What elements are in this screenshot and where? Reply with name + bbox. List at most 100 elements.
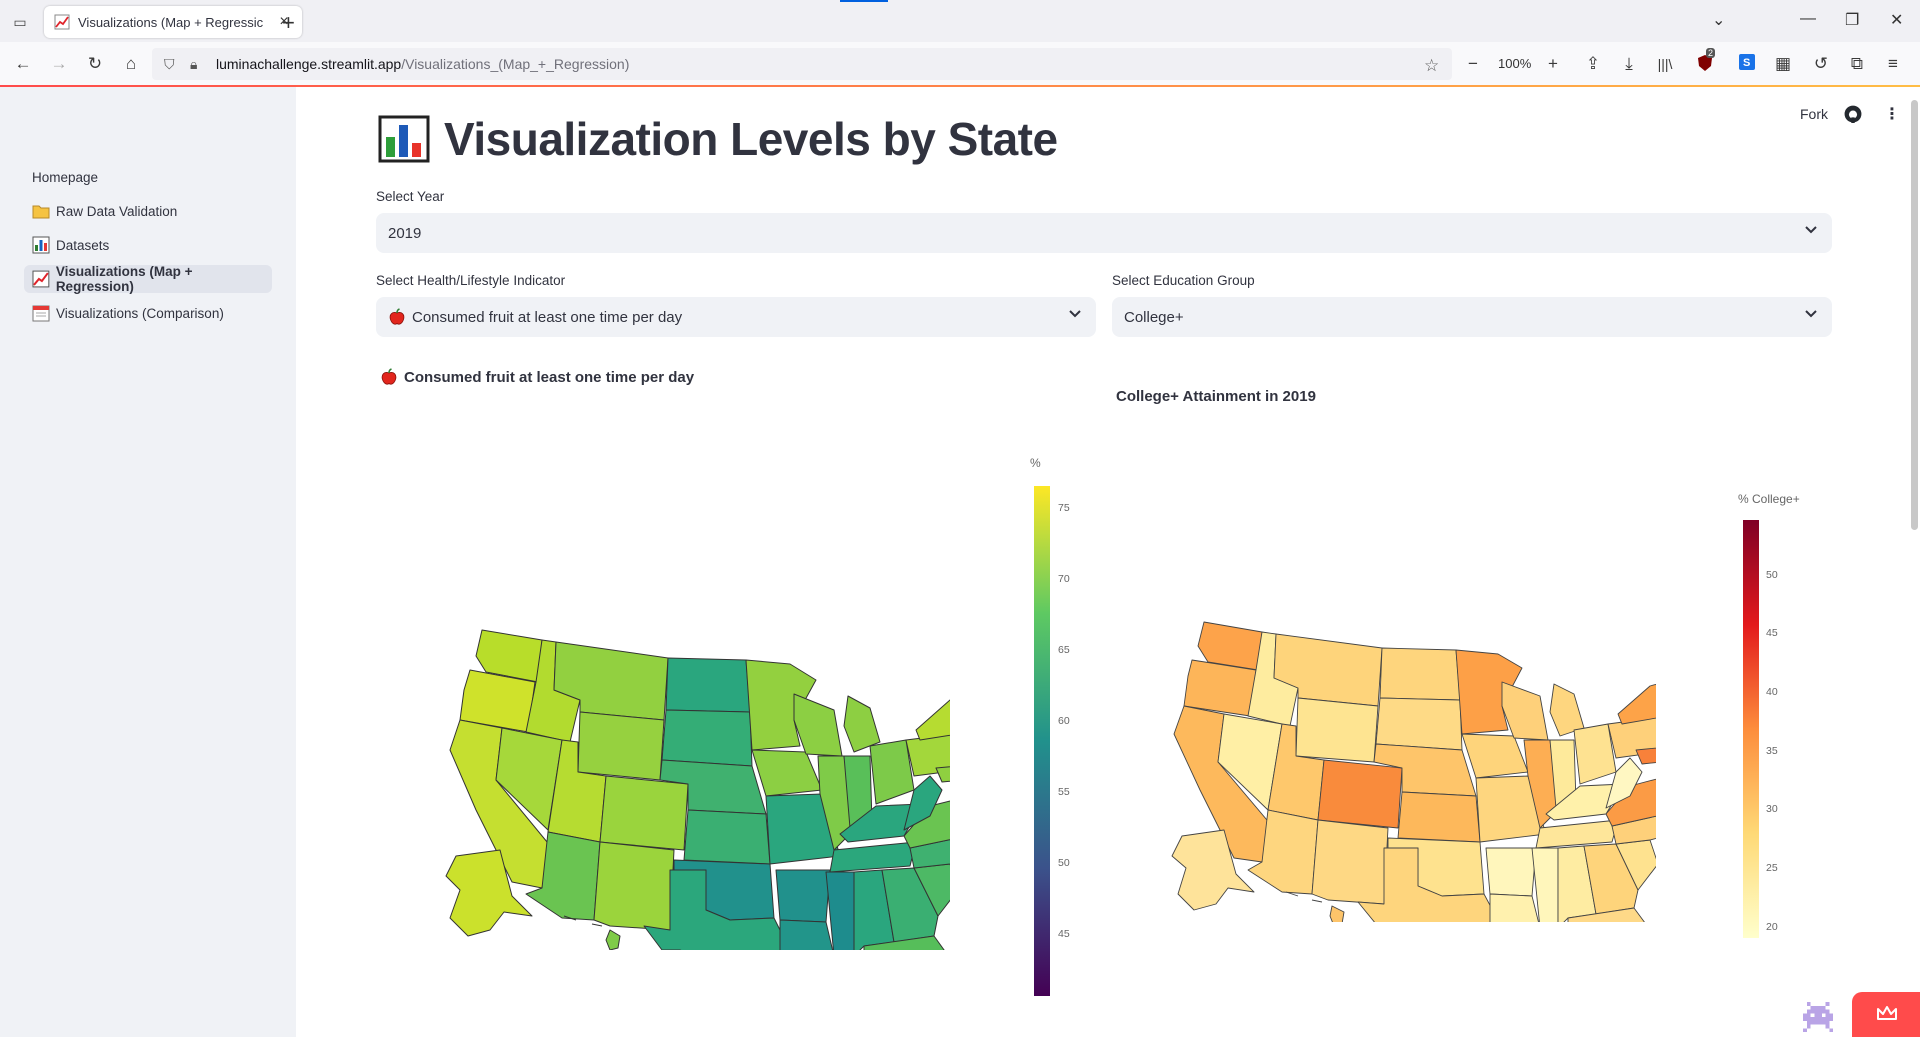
right-colorbar-tick: 20 bbox=[1766, 921, 1778, 933]
svg-text:S: S bbox=[1743, 57, 1750, 69]
state-tn bbox=[829, 841, 917, 873]
url-bar[interactable]: ⛉ 🔒︎ luminachallenge.streamlit.app/Visua… bbox=[152, 48, 1452, 80]
right-map-title: College+ Attainment in 2019 bbox=[1116, 388, 1316, 405]
state-sd bbox=[661, 709, 753, 767]
left-choropleth-map[interactable] bbox=[430, 620, 950, 950]
url-host: luminachallenge.streamlit.app bbox=[216, 56, 402, 72]
right-colorbar bbox=[1743, 520, 1759, 938]
state-ks bbox=[683, 809, 771, 865]
sidebar-item-raw-data-validation[interactable]: Raw Data Validation bbox=[24, 197, 272, 225]
bookmark-star-icon[interactable]: ☆ bbox=[1424, 56, 1439, 76]
bar-chart-icon bbox=[378, 115, 430, 163]
chart-increasing-icon bbox=[54, 14, 70, 30]
ublock-icon[interactable]: 2 bbox=[1694, 48, 1716, 77]
chevron-down-icon bbox=[1069, 310, 1081, 318]
left-map-title-text: Consumed fruit at least one time per day bbox=[404, 368, 695, 386]
state-nm bbox=[593, 841, 675, 931]
downloads-icon[interactable]: ⤓ bbox=[1618, 54, 1640, 74]
state-ar bbox=[1485, 847, 1537, 897]
tab-title: Visualizations (Map + Regressic bbox=[78, 14, 264, 30]
extensions-puzzle-icon[interactable]: ⧉ bbox=[1846, 54, 1868, 74]
new-tab-button[interactable]: + bbox=[282, 10, 295, 36]
right-colorbar-tick: 30 bbox=[1766, 803, 1778, 815]
forward-icon[interactable]: → bbox=[48, 54, 70, 74]
state-ar bbox=[775, 869, 831, 923]
left-colorbar-tick: 60 bbox=[1058, 715, 1070, 727]
state-la bbox=[779, 919, 834, 950]
more-options-icon[interactable]: ⋮ bbox=[1884, 104, 1900, 124]
year-select[interactable]: 2019 bbox=[376, 213, 1832, 253]
right-colorbar-tick: 45 bbox=[1766, 627, 1778, 639]
state-mi bbox=[843, 695, 881, 753]
close-window-icon[interactable]: ✕ bbox=[1890, 10, 1903, 30]
home-icon[interactable]: ⌂ bbox=[120, 54, 142, 74]
browser-tabbar: ▭ Visualizations (Map + Regressic × + ⌄ … bbox=[0, 0, 1920, 42]
state-oh bbox=[869, 739, 915, 805]
chevron-down-icon bbox=[1805, 226, 1817, 234]
right-colorbar-tick: 25 bbox=[1766, 862, 1778, 874]
state-ks bbox=[1397, 791, 1481, 843]
back-icon[interactable]: ← bbox=[12, 54, 34, 74]
zoom-in-icon[interactable]: + bbox=[1542, 54, 1564, 74]
state-nm bbox=[1311, 819, 1389, 905]
right-colorbar-tick: 50 bbox=[1766, 569, 1778, 581]
left-colorbar-tick: 55 bbox=[1058, 786, 1070, 798]
tab-list-icon[interactable]: ▭ bbox=[10, 12, 30, 32]
left-colorbar-tick: 70 bbox=[1058, 573, 1070, 585]
state-or bbox=[1183, 659, 1257, 717]
tabbar-accent bbox=[840, 0, 888, 2]
state-nd bbox=[665, 657, 751, 713]
restore-icon[interactable]: ❐ bbox=[1845, 10, 1859, 30]
list-all-tabs-icon[interactable]: ⌄ bbox=[1712, 10, 1725, 30]
url-text[interactable]: luminachallenge.streamlit.app/Visualizat… bbox=[216, 56, 629, 72]
education-select[interactable]: College+ bbox=[1112, 297, 1832, 337]
right-choropleth-map[interactable] bbox=[1166, 612, 1656, 922]
minimize-icon[interactable]: — bbox=[1800, 10, 1816, 28]
zoom-level[interactable]: 100% bbox=[1498, 56, 1531, 71]
extension-badge: 2 bbox=[1706, 48, 1716, 58]
sidebar-item-visualizations-map-regression[interactable]: Visualizations (Map + Regression) bbox=[24, 264, 272, 294]
bar-chart-icon bbox=[32, 236, 50, 254]
indicator-select-value: Consumed fruit at least one time per day bbox=[412, 308, 683, 326]
shield-icon[interactable]: ⛉ bbox=[164, 56, 175, 73]
history-icon[interactable]: ↺ bbox=[1810, 54, 1832, 74]
zoom-out-icon[interactable]: − bbox=[1462, 54, 1484, 74]
state-wy bbox=[577, 711, 665, 781]
pixel-mascot-icon[interactable] bbox=[1802, 1002, 1834, 1032]
lock-icon[interactable]: 🔒︎ bbox=[190, 56, 197, 73]
sidebar-item-label: Raw Data Validation bbox=[56, 203, 178, 219]
left-colorbar-tick: 75 bbox=[1058, 502, 1070, 514]
library-icon[interactable]: |||\ bbox=[1654, 56, 1676, 72]
right-colorbar-title: % College+ bbox=[1738, 492, 1800, 506]
reload-icon[interactable]: ↻ bbox=[84, 54, 106, 74]
crown-icon bbox=[1877, 1006, 1897, 1020]
indicator-select[interactable]: Consumed fruit at least one time per day bbox=[376, 297, 1096, 337]
folder-icon bbox=[32, 205, 50, 219]
menu-icon[interactable]: ≡ bbox=[1882, 54, 1904, 74]
sidebar-item-visualizations-comparison[interactable]: Visualizations (Comparison) bbox=[24, 299, 272, 327]
chevron-down-icon bbox=[1805, 310, 1817, 318]
github-icon[interactable] bbox=[1844, 105, 1862, 123]
fork-link[interactable]: Fork bbox=[1800, 106, 1828, 122]
browser-tab-active[interactable]: Visualizations (Map + Regressic × bbox=[44, 6, 302, 38]
manage-app-button[interactable] bbox=[1852, 992, 1920, 1037]
pocket-icon[interactable]: ⇪ bbox=[1582, 54, 1604, 74]
left-colorbar-tick: 45 bbox=[1058, 928, 1070, 940]
page-title-text: Visualization Levels by State bbox=[444, 113, 1058, 165]
state-ia bbox=[1461, 733, 1529, 779]
apple-icon bbox=[381, 368, 397, 385]
skype-extension-icon[interactable]: S bbox=[1736, 54, 1758, 75]
state-wi bbox=[1501, 681, 1549, 741]
state-sd bbox=[1375, 697, 1463, 751]
year-select-label: Select Year bbox=[376, 189, 445, 204]
sidebar-item-homepage[interactable]: Homepage bbox=[24, 163, 272, 191]
left-colorbar-title: % bbox=[1030, 456, 1041, 470]
grid-extension-icon[interactable]: ▦ bbox=[1772, 54, 1794, 74]
chart-increasing-icon bbox=[32, 270, 50, 288]
sidebar-item-label: Datasets bbox=[56, 237, 110, 253]
state-nd bbox=[1379, 647, 1461, 701]
browser-navbar: ← → ↻ ⌂ ⛉ 🔒︎ luminachallenge.streamlit.a… bbox=[0, 42, 1920, 86]
page-scrollbar[interactable] bbox=[1911, 100, 1918, 530]
sidebar-item-datasets[interactable]: Datasets bbox=[24, 231, 272, 259]
left-colorbar-tick: 65 bbox=[1058, 644, 1070, 656]
